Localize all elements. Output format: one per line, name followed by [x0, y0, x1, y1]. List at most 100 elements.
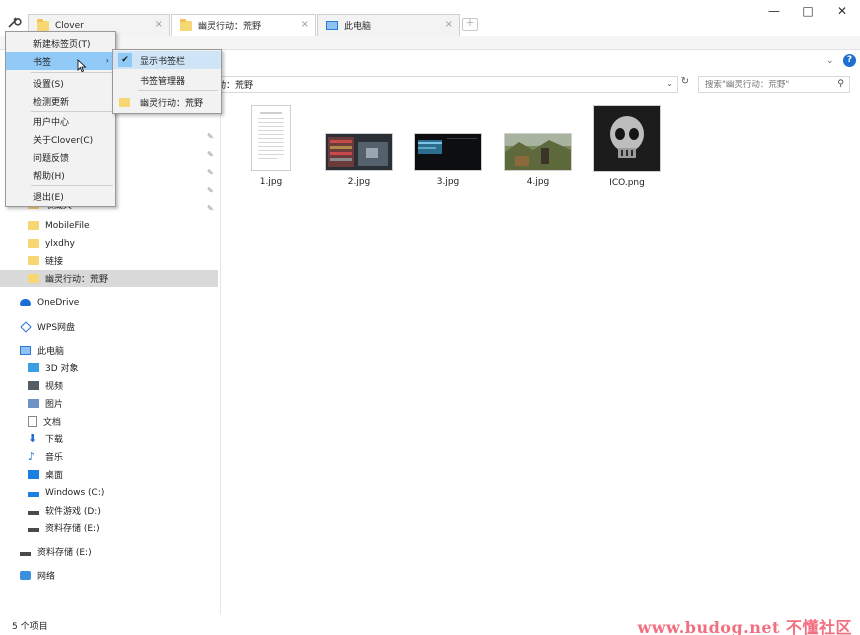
computer-icon	[326, 21, 338, 30]
menu-separator	[138, 90, 218, 91]
nav-item-label: 资料存储 (E:)	[45, 524, 100, 534]
nav-item-label: 图片	[45, 400, 64, 410]
ribbon-expand-icon[interactable]: ⌄	[826, 56, 834, 66]
chevron-down-icon[interactable]: ⌄	[666, 79, 673, 88]
file-item[interactable]: ICO.png	[587, 105, 667, 188]
file-item[interactable]: 2.jpg	[319, 133, 399, 187]
menu-item-check-update[interactable]: 检测更新	[6, 92, 115, 110]
nav-item-drive-c[interactable]: Windows (C:)	[0, 484, 218, 501]
folder-icon	[37, 18, 49, 31]
nav-item-label: 3D 对象	[45, 364, 79, 374]
file-thumbnail	[251, 105, 291, 171]
tab-close-icon[interactable]: ×	[445, 19, 453, 30]
mouse-cursor-icon	[77, 59, 87, 73]
nav-item-music[interactable]: ♪ 音乐	[0, 448, 218, 465]
nav-item-onedrive[interactable]: OneDrive	[0, 294, 218, 311]
submenu-item-bookmark-manager[interactable]: 书签管理器	[113, 71, 221, 89]
close-window-button[interactable]: ✕	[828, 4, 856, 18]
wrench-icon[interactable]	[6, 14, 22, 30]
bookmarks-submenu: ✔ 显示书签栏 书签管理器 幽灵行动：荒野	[112, 49, 222, 114]
submenu-item-show-bookmark-bar[interactable]: ✔ 显示书签栏	[113, 51, 221, 69]
watermark-text: www.budog.net 不懂社区	[637, 618, 852, 635]
menu-item-label: 书签	[33, 57, 52, 68]
search-icon[interactable]: ⚲	[837, 79, 844, 89]
pin-icon: ✎	[207, 132, 214, 141]
nav-item-label: MobileFile	[45, 220, 90, 231]
nav-item-this-pc[interactable]: 此电脑	[0, 342, 218, 359]
nav-item-label: Windows (C:)	[45, 487, 105, 498]
drive-icon	[20, 551, 31, 556]
nav-item-pictures[interactable]: 图片	[0, 395, 218, 412]
tab-close-icon[interactable]: ×	[155, 19, 163, 30]
menu-item-bookmarks[interactable]: 书签 ›	[6, 52, 115, 70]
menu-item-user-center[interactable]: 用户中心	[6, 112, 115, 130]
nav-item-ylxdhy[interactable]: ylxdhy	[0, 235, 218, 252]
tab-label: Clover	[55, 20, 84, 31]
music-icon: ♪	[28, 450, 36, 463]
address-bar[interactable]: 动：荒野 ⌄	[212, 76, 678, 93]
nav-item-mobilefile[interactable]: MobileFile	[0, 217, 218, 234]
help-icon[interactable]: ?	[843, 54, 856, 67]
menu-item-exit[interactable]: 退出(E)	[6, 187, 115, 205]
submenu-item-label: 幽灵行动：荒野	[140, 98, 204, 109]
file-item[interactable]: 1.jpg	[231, 105, 311, 187]
tab-current-folder[interactable]: 幽灵行动：荒野 ×	[171, 14, 316, 36]
minimize-button[interactable]: —	[760, 4, 788, 18]
nav-item-desktop[interactable]: 桌面	[0, 466, 218, 483]
nav-item-label: 此电脑	[37, 347, 65, 357]
title-bar: Clover × 幽灵行动：荒野 × 此电脑 × ＋ — □ ✕	[0, 0, 860, 36]
nav-item-documents[interactable]: 文档	[0, 413, 218, 430]
pin-icon: ✎	[207, 150, 214, 159]
submenu-item-bookmark-folder[interactable]: 幽灵行动：荒野	[113, 93, 221, 111]
nav-item-downloads[interactable]: ⬇ 下载	[0, 430, 218, 447]
nav-item-wps[interactable]: WPS网盘	[0, 318, 218, 335]
menu-separator	[31, 72, 113, 73]
file-name: 2.jpg	[347, 177, 371, 187]
folder-icon	[28, 256, 39, 265]
screenshot-thumbnail-image	[415, 134, 481, 170]
file-item[interactable]: 3.jpg	[408, 133, 488, 187]
folder-icon	[28, 274, 39, 283]
nav-item-label: OneDrive	[37, 297, 80, 308]
maximize-button[interactable]: □	[794, 4, 822, 18]
nav-item-drive-e[interactable]: 资料存储 (E:)	[0, 519, 218, 536]
file-thumbnail	[325, 133, 393, 171]
folder-icon	[180, 18, 192, 31]
document-icon	[28, 416, 37, 427]
menu-item-about[interactable]: 关于Clover(C)	[6, 130, 115, 148]
menu-item-settings[interactable]: 设置(S)	[6, 74, 115, 92]
landscape-thumbnail-image	[505, 134, 571, 170]
nav-item-label: 文档	[43, 418, 62, 428]
nav-item-drive-d[interactable]: 软件游戏 (D:)	[0, 502, 218, 519]
menu-item-feedback[interactable]: 问题反馈	[6, 148, 115, 166]
nav-item-label: 幽灵行动：荒野	[45, 275, 109, 285]
menu-item-help[interactable]: 帮助(H)	[6, 166, 115, 184]
tab-this-pc[interactable]: 此电脑 ×	[317, 14, 460, 36]
search-input[interactable]	[705, 79, 830, 90]
nav-item-3d-objects[interactable]: 3D 对象	[0, 359, 218, 376]
file-name: 3.jpg	[436, 177, 460, 187]
address-path: 动：荒野	[217, 81, 254, 91]
file-item[interactable]: 4.jpg	[498, 133, 578, 187]
tab-label: 此电脑	[344, 22, 372, 32]
check-icon: ✔	[118, 53, 132, 67]
tab-close-icon[interactable]: ×	[301, 19, 309, 30]
refresh-icon[interactable]: ↻	[678, 76, 692, 93]
menu-separator	[31, 185, 113, 186]
new-tab-button[interactable]: ＋	[462, 18, 478, 31]
nav-item-label: 音乐	[45, 453, 64, 463]
nav-item-label: 链接	[45, 257, 64, 267]
video-icon	[28, 381, 39, 390]
folder-icon	[119, 98, 130, 107]
nav-item-drive-e-root[interactable]: 资料存储 (E:)	[0, 543, 218, 560]
nav-item-network[interactable]: 网络	[0, 567, 218, 584]
nav-item-label: 桌面	[45, 471, 64, 481]
drive-icon	[28, 527, 39, 532]
nav-item-videos[interactable]: 视频	[0, 377, 218, 394]
nav-item-links[interactable]: 链接	[0, 252, 218, 269]
cloud-icon	[20, 299, 31, 306]
drive-icon	[28, 510, 39, 515]
menu-item-new-tab[interactable]: 新建标签页(T)	[6, 34, 115, 52]
search-box[interactable]: ⚲	[698, 76, 850, 93]
nav-item-current-folder[interactable]: 幽灵行动：荒野	[0, 270, 218, 287]
